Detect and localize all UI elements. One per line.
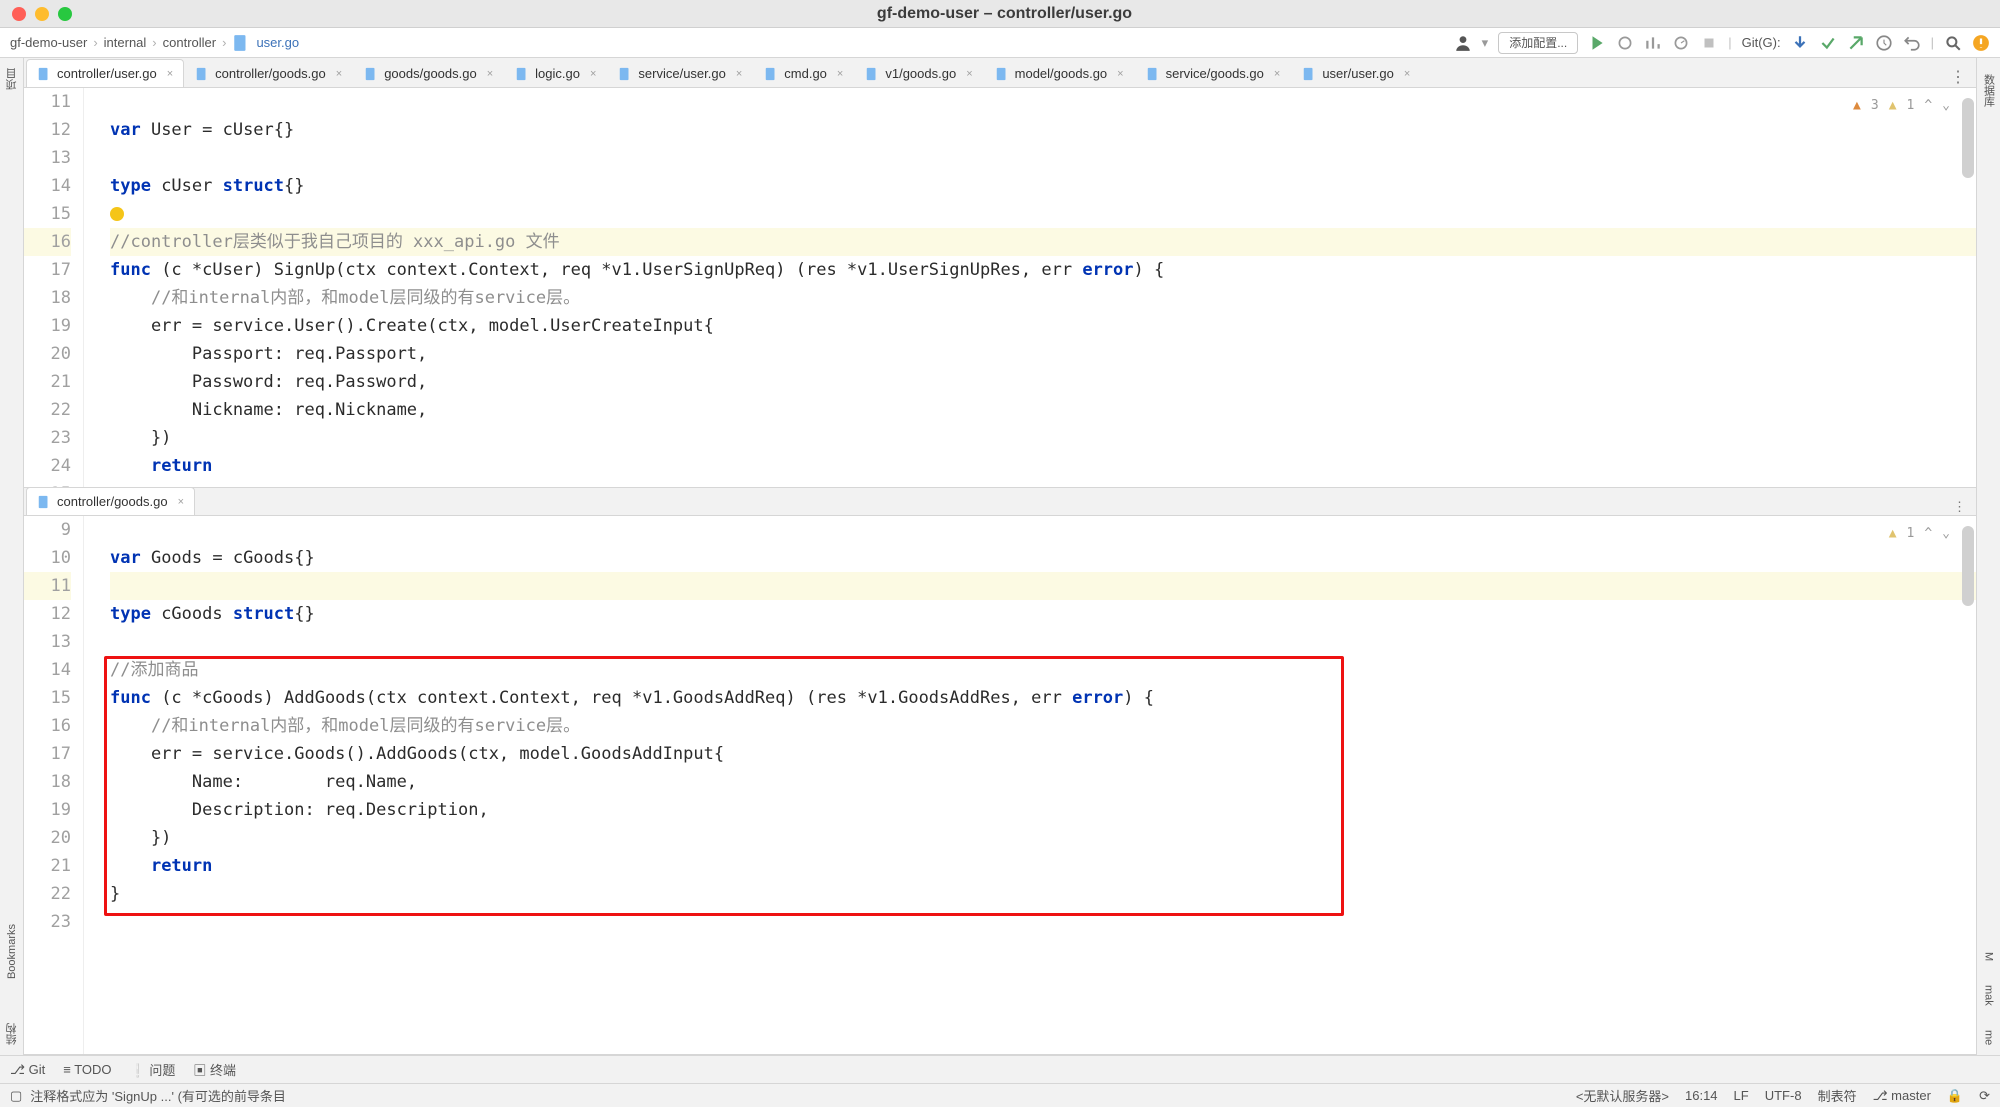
run-icon[interactable] <box>1588 34 1606 52</box>
todo-toolwindow[interactable]: ≡ TODO <box>63 1062 111 1077</box>
terminal-toolwindow[interactable]: ▣ 终端 <box>193 1060 236 1079</box>
add-config-button[interactable]: 添加配置... <box>1498 32 1578 54</box>
window-title: gf-demo-user – controller/user.go <box>81 5 1988 23</box>
chevron-down-icon: ⌄ <box>1942 92 1950 120</box>
editor-tab[interactable]: user/user.go× <box>1291 59 1421 87</box>
go-file-icon <box>232 34 250 52</box>
status-hint: 注释格式应为 'SignUp ...' (有可选的前导条目 <box>30 1086 286 1105</box>
debug-icon[interactable] <box>1616 34 1634 52</box>
chevron-icon: › <box>152 35 156 50</box>
profiler-icon[interactable] <box>1672 34 1690 52</box>
problems-toolwindow[interactable]: ❕ 问题 <box>130 1060 176 1079</box>
chevron-icon: › <box>222 35 226 50</box>
weak-warning-icon: ▲ <box>1889 520 1897 548</box>
settings-icon[interactable] <box>1972 34 1990 52</box>
git-branch[interactable]: ⎇ master <box>1873 1088 1931 1104</box>
close-icon[interactable]: × <box>966 68 972 80</box>
editor-pane-2: 91011121314151617181920212223 var Goods … <box>24 516 1976 1055</box>
editor-tab[interactable]: logic.go× <box>504 59 607 87</box>
breadcrumb-root[interactable]: gf-demo-user <box>10 35 87 50</box>
hint-icon: ▢ <box>10 1088 22 1104</box>
chevron-down-icon: ⌄ <box>1942 520 1950 548</box>
editor-pane-1: 111213141516171819202122232425 var User … <box>24 88 1976 488</box>
chevron-up-icon: ^ <box>1924 520 1932 548</box>
editor-tab[interactable]: controller/goods.go× <box>184 59 353 87</box>
tab-menu-icon[interactable]: ⋮ <box>1940 67 1976 87</box>
git-label: Git(G): <box>1742 35 1781 50</box>
chevron-icon: › <box>93 35 97 50</box>
file-encoding[interactable]: UTF-8 <box>1765 1088 1802 1103</box>
git-update-icon[interactable] <box>1791 34 1809 52</box>
editor-tab[interactable]: cmd.go× <box>753 59 854 87</box>
rollback-icon[interactable] <box>1903 34 1921 52</box>
close-icon[interactable]: × <box>487 68 493 80</box>
editor-tab[interactable]: v1/goods.go× <box>854 59 983 87</box>
coverage-icon[interactable] <box>1644 34 1662 52</box>
editor-tabs: controller/user.go×controller/goods.go×g… <box>24 58 1976 88</box>
stop-icon[interactable] <box>1700 34 1718 52</box>
main-toolbar: ▾ 添加配置... | Git(G): | <box>1454 32 1990 54</box>
editor-area: controller/user.go×controller/goods.go×g… <box>24 58 1976 1055</box>
m-label[interactable]: M <box>1983 950 1995 963</box>
split-tabs: controller/goods.go × ⋮ <box>24 488 1976 516</box>
breadcrumb-item[interactable]: controller <box>163 35 216 50</box>
editor-tab[interactable]: model/goods.go× <box>984 59 1135 87</box>
chevron-up-icon: ^ <box>1924 92 1932 120</box>
indent-status[interactable]: 制表符 <box>1818 1086 1857 1105</box>
close-icon[interactable]: × <box>167 68 173 80</box>
breadcrumb-item[interactable]: internal <box>104 35 147 50</box>
breadcrumb-bar: gf-demo-user › internal › controller › u… <box>0 28 2000 58</box>
close-icon[interactable]: × <box>837 68 843 80</box>
me-label[interactable]: me <box>1983 1028 1995 1047</box>
close-icon[interactable] <box>12 7 26 21</box>
close-icon[interactable]: × <box>1274 68 1280 80</box>
lock-icon[interactable]: 🔒 <box>1947 1088 1963 1104</box>
tab-goods[interactable]: controller/goods.go × <box>26 487 195 515</box>
breadcrumb-file[interactable]: user.go <box>256 35 299 50</box>
mak-label[interactable]: mak <box>1983 983 1995 1008</box>
close-icon[interactable]: × <box>1117 68 1123 80</box>
line-separator[interactable]: LF <box>1734 1088 1749 1103</box>
minimize-icon[interactable] <box>35 7 49 21</box>
bookmarks-toolwindow[interactable]: Bookmarks <box>6 922 18 981</box>
history-icon[interactable] <box>1875 34 1893 52</box>
editor-tab[interactable]: controller/user.go× <box>26 59 184 87</box>
left-rail: 项目 Bookmarks 结构 <box>0 58 24 1055</box>
caret-position[interactable]: 16:14 <box>1685 1088 1718 1103</box>
scrollbar[interactable] <box>1962 98 1974 178</box>
close-icon[interactable]: × <box>590 68 596 80</box>
user-icon[interactable] <box>1454 34 1472 52</box>
close-icon[interactable]: × <box>736 68 742 80</box>
status-bar: ▢ 注释格式应为 'SignUp ...' (有可选的前导条目 <无默认服务器>… <box>0 1083 2000 1107</box>
database-toolwindow[interactable]: 数据库 <box>1981 72 1997 109</box>
editor-tab[interactable]: service/goods.go× <box>1135 59 1292 87</box>
editor-tab[interactable]: service/user.go× <box>607 59 753 87</box>
code-editor[interactable]: 111213141516171819202122232425 var User … <box>24 88 1976 487</box>
zoom-icon[interactable] <box>58 7 72 21</box>
bottom-toolbar: ⎇ Git ≡ TODO ❕ 问题 ▣ 终端 <box>0 1055 2000 1083</box>
code-editor[interactable]: 91011121314151617181920212223 var Goods … <box>24 516 1976 1054</box>
close-icon[interactable]: × <box>178 496 184 508</box>
warning-icon: ▲ <box>1853 92 1861 120</box>
editor-tab[interactable]: goods/goods.go× <box>353 59 504 87</box>
search-icon[interactable] <box>1944 34 1962 52</box>
structure-toolwindow[interactable]: 结构 <box>4 1021 20 1047</box>
window-titlebar: gf-demo-user – controller/user.go <box>0 0 2000 28</box>
project-toolwindow[interactable]: 项目 <box>4 66 20 92</box>
intention-bulb-icon[interactable] <box>110 207 124 221</box>
git-toolwindow[interactable]: ⎇ Git <box>10 1062 45 1078</box>
inspection-badges[interactable]: ▲3 ▲1 ^⌄ <box>1853 92 1950 120</box>
inspection-badges[interactable]: ▲1 ^⌄ <box>1889 520 1950 548</box>
sync-icon[interactable]: ⟳ <box>1979 1088 1990 1104</box>
scrollbar[interactable] <box>1962 526 1974 606</box>
git-commit-icon[interactable] <box>1819 34 1837 52</box>
git-push-icon[interactable] <box>1847 34 1865 52</box>
right-rail: 数据库 M mak me <box>1976 58 2000 1055</box>
tab-menu-icon[interactable]: ⋮ <box>1943 499 1976 515</box>
server-status[interactable]: <无默认服务器> <box>1576 1086 1669 1105</box>
close-icon[interactable]: × <box>1404 68 1410 80</box>
close-icon[interactable]: × <box>336 68 342 80</box>
weak-warning-icon: ▲ <box>1889 92 1897 120</box>
